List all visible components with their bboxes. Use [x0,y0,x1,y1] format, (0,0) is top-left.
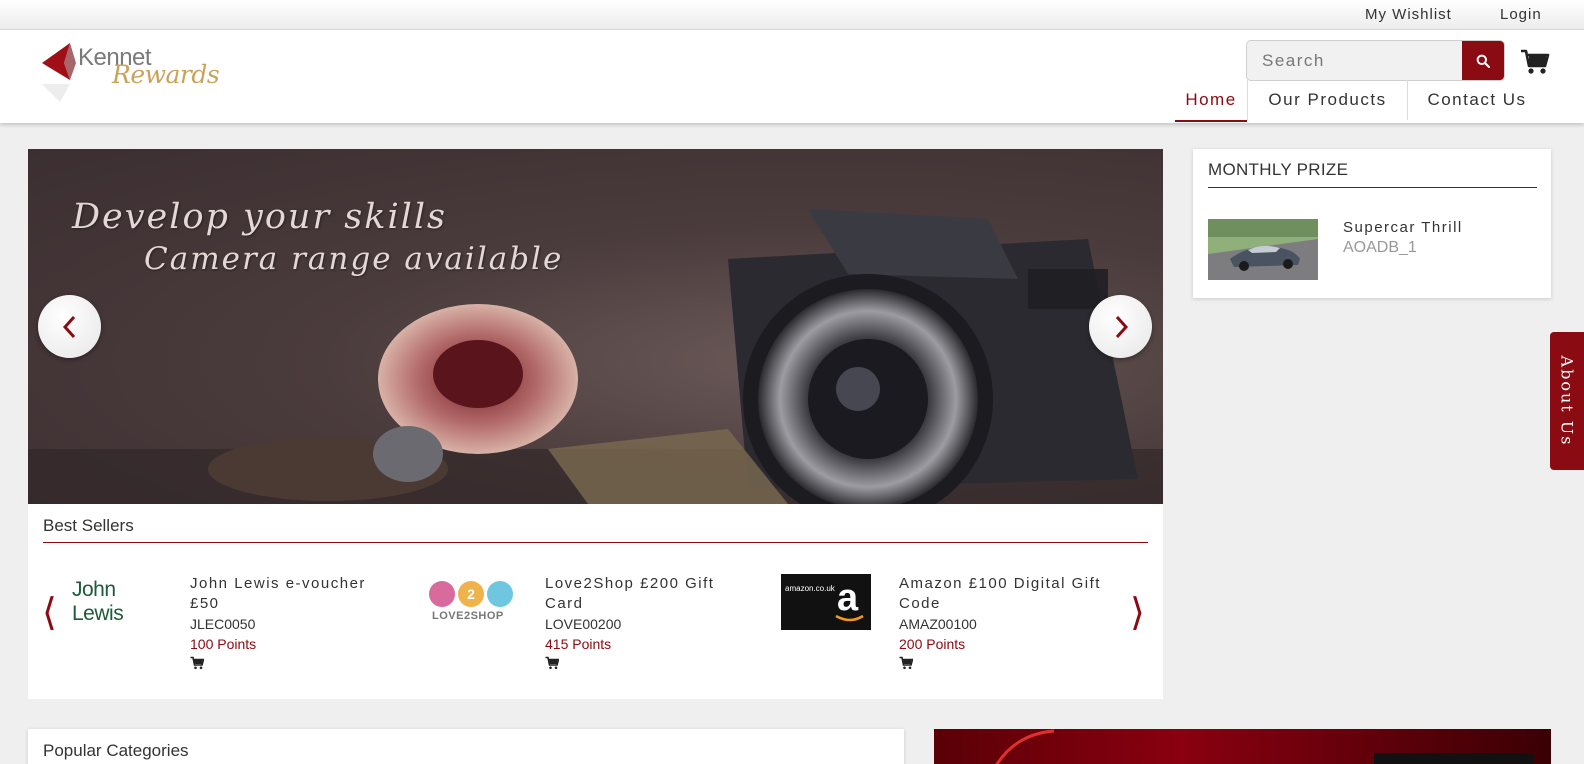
product-name[interactable]: Amazon £100 Digital Gift Code [899,574,1109,614]
search-icon [1476,54,1490,68]
logo-chevron-icon [42,43,76,102]
product-card[interactable]: 2 LOVE2SHOP Love2Shop £200 Gift Card LOV… [427,574,767,684]
john-lewis-logo: John Lewis [72,578,124,625]
add-to-cart-icon[interactable] [899,656,914,670]
about-us-label: About Us [1557,355,1577,447]
product-points: 415 Points [545,636,612,652]
search-box [1246,40,1505,81]
nav-our-products[interactable]: Our Products [1248,80,1407,122]
login-link[interactable]: Login [1500,6,1542,23]
brand-logo[interactable]: Kennet Rewards [30,40,230,106]
search-button[interactable] [1462,41,1504,80]
monthly-prize-title: MONTHLY PRIZE [1208,160,1349,179]
product-name[interactable]: Love2Shop £200 Gift Card [545,574,755,614]
main-nav: Home Our Products Contact Us [1175,80,1546,122]
my-wishlist-link[interactable]: My Wishlist [1365,6,1452,23]
carousel-prev-button[interactable] [38,295,101,358]
product-points: 100 Points [190,636,257,652]
chevron-right-icon [1115,315,1128,338]
about-us-tab[interactable]: About Us [1550,332,1584,470]
best-sellers-next-arrow[interactable]: ⟩ [1130,592,1145,632]
monthly-prize-panel: MONTHLY PRIZE Supercar Thrill AOADB_1 [1193,149,1551,298]
best-sellers-title: Best Sellers [43,516,134,535]
section-divider [43,542,1148,543]
popular-categories-panel: Popular Categories [28,729,904,764]
top-utility-bar: My Wishlist Login [0,0,1584,30]
hero-carousel: Develop your skills Camera range availab… [28,149,1163,504]
product-card[interactable]: amazon.co.uk a Amazon £100 Digital Gift … [781,574,1121,684]
product-code: JLEC0050 [190,616,256,632]
amazon-gift-card-logo: amazon.co.uk a [781,574,871,630]
brand-tagline: Rewards [112,60,220,89]
carousel-next-button[interactable] [1089,295,1152,358]
prize-name[interactable]: Supercar Thrill [1343,219,1463,236]
search-input[interactable] [1247,41,1462,80]
best-sellers-prev-arrow[interactable]: ⟨ [42,592,57,632]
popular-categories-title: Popular Categories [43,741,189,760]
site-header: Kennet Rewards Home Our Products Contact… [0,30,1584,123]
product-code: LOVE00200 [545,616,622,632]
love2shop-logo: 2 LOVE2SHOP [427,574,517,630]
prize-code: AOADB_1 [1343,239,1417,256]
product-code: AMAZ00100 [899,616,977,632]
product-name[interactable]: John Lewis e-voucher £50 [190,574,400,614]
add-to-cart-icon[interactable] [190,656,205,670]
supercar-thumbnail[interactable] [1208,219,1318,280]
product-card[interactable]: John Lewis John Lewis e-voucher £50 JLEC… [72,574,412,684]
nav-home[interactable]: Home [1175,80,1247,122]
promo-banner[interactable] [934,729,1551,764]
section-divider [1208,187,1537,188]
nav-contact-us[interactable]: Contact Us [1408,80,1546,122]
shopping-cart-icon [1521,49,1550,74]
add-to-cart-icon[interactable] [545,656,560,670]
product-points: 200 Points [899,636,966,652]
cart-button[interactable] [1520,48,1550,78]
hero-headline: Develop your skills [72,197,448,237]
best-sellers-panel: Best Sellers ⟨ ⟩ John Lewis John Lewis e… [28,504,1163,699]
promo-banner-image [995,729,1534,764]
hero-subheadline: Camera range available [144,241,564,277]
svg-text:2: 2 [467,586,475,602]
chevron-left-icon [62,315,75,338]
